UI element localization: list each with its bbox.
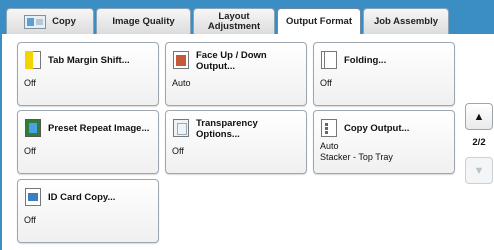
arrow-up-icon: ▲ xyxy=(473,110,485,123)
face-up-down-output-value: Auto xyxy=(172,78,191,88)
preset-repeat-image-label: Preset Repeat Image... xyxy=(48,123,150,134)
tab-copy-label: Copy xyxy=(52,15,76,27)
transparency-options-button[interactable]: Transparency Options... Off xyxy=(165,110,307,174)
transparency-options-label: Transparency Options... xyxy=(196,118,258,140)
tab-bar: Copy Image Quality Layout Adjustment Out… xyxy=(0,0,494,35)
tab-margin-shift-label: Tab Margin Shift... xyxy=(48,55,130,66)
tab-image-quality[interactable]: Image Quality xyxy=(96,8,191,34)
tab-job-assembly[interactable]: Job Assembly xyxy=(363,8,449,34)
page-indicator: 2/2 xyxy=(472,137,486,148)
arrow-down-icon: ▼ xyxy=(473,164,485,177)
scroll-up-button[interactable]: ▲ xyxy=(465,103,493,130)
tab-copy[interactable]: Copy xyxy=(6,8,94,34)
face-up-down-output-label: Face Up / Down Output... xyxy=(196,50,267,72)
face-up-down-output-button[interactable]: Face Up / Down Output... Auto xyxy=(165,42,307,106)
tab-margin-icon xyxy=(25,51,41,69)
preset-repeat-image-value: Off xyxy=(24,146,36,156)
transparency-options-value: Off xyxy=(172,146,184,156)
id-card-copy-label: ID Card Copy... xyxy=(48,192,116,203)
copy-output-value-tray: Stacker - Top Tray xyxy=(320,152,393,162)
folding-label: Folding... xyxy=(344,55,387,66)
tab-layout-adjustment[interactable]: Layout Adjustment xyxy=(193,8,275,34)
copy-output-icon xyxy=(321,119,337,137)
preset-repeat-icon xyxy=(25,119,41,137)
preset-repeat-image-button[interactable]: Preset Repeat Image... Off xyxy=(17,110,159,174)
folding-value: Off xyxy=(320,78,332,88)
tab-output-format-label: Output Format xyxy=(286,16,352,27)
face-up-down-icon xyxy=(173,51,189,69)
transparency-icon xyxy=(173,119,189,137)
copy-tab-icon xyxy=(24,14,47,29)
copy-output-label: Copy Output... xyxy=(344,123,410,134)
tab-margin-shift-value: Off xyxy=(24,78,36,88)
folding-icon xyxy=(321,51,337,69)
copy-output-button[interactable]: Copy Output... Auto Stacker - Top Tray xyxy=(313,110,455,174)
tab-layout-adjustment-label: Layout Adjustment xyxy=(207,10,261,32)
copy-output-value: Auto xyxy=(320,141,339,151)
tab-margin-shift-button[interactable]: Tab Margin Shift... Off xyxy=(17,42,159,106)
id-card-icon xyxy=(25,188,41,206)
tab-output-format[interactable]: Output Format xyxy=(277,8,361,35)
folding-button[interactable]: Folding... Off xyxy=(313,42,455,106)
tab-image-quality-label: Image Quality xyxy=(112,15,175,27)
id-card-copy-button[interactable]: ID Card Copy... Off xyxy=(17,179,159,243)
scroll-down-button[interactable]: ▼ xyxy=(465,157,493,184)
output-format-panel: Tab Margin Shift... Off Face Up / Down O… xyxy=(0,34,494,250)
tab-job-assembly-label: Job Assembly xyxy=(373,15,439,27)
id-card-copy-value: Off xyxy=(24,215,36,225)
